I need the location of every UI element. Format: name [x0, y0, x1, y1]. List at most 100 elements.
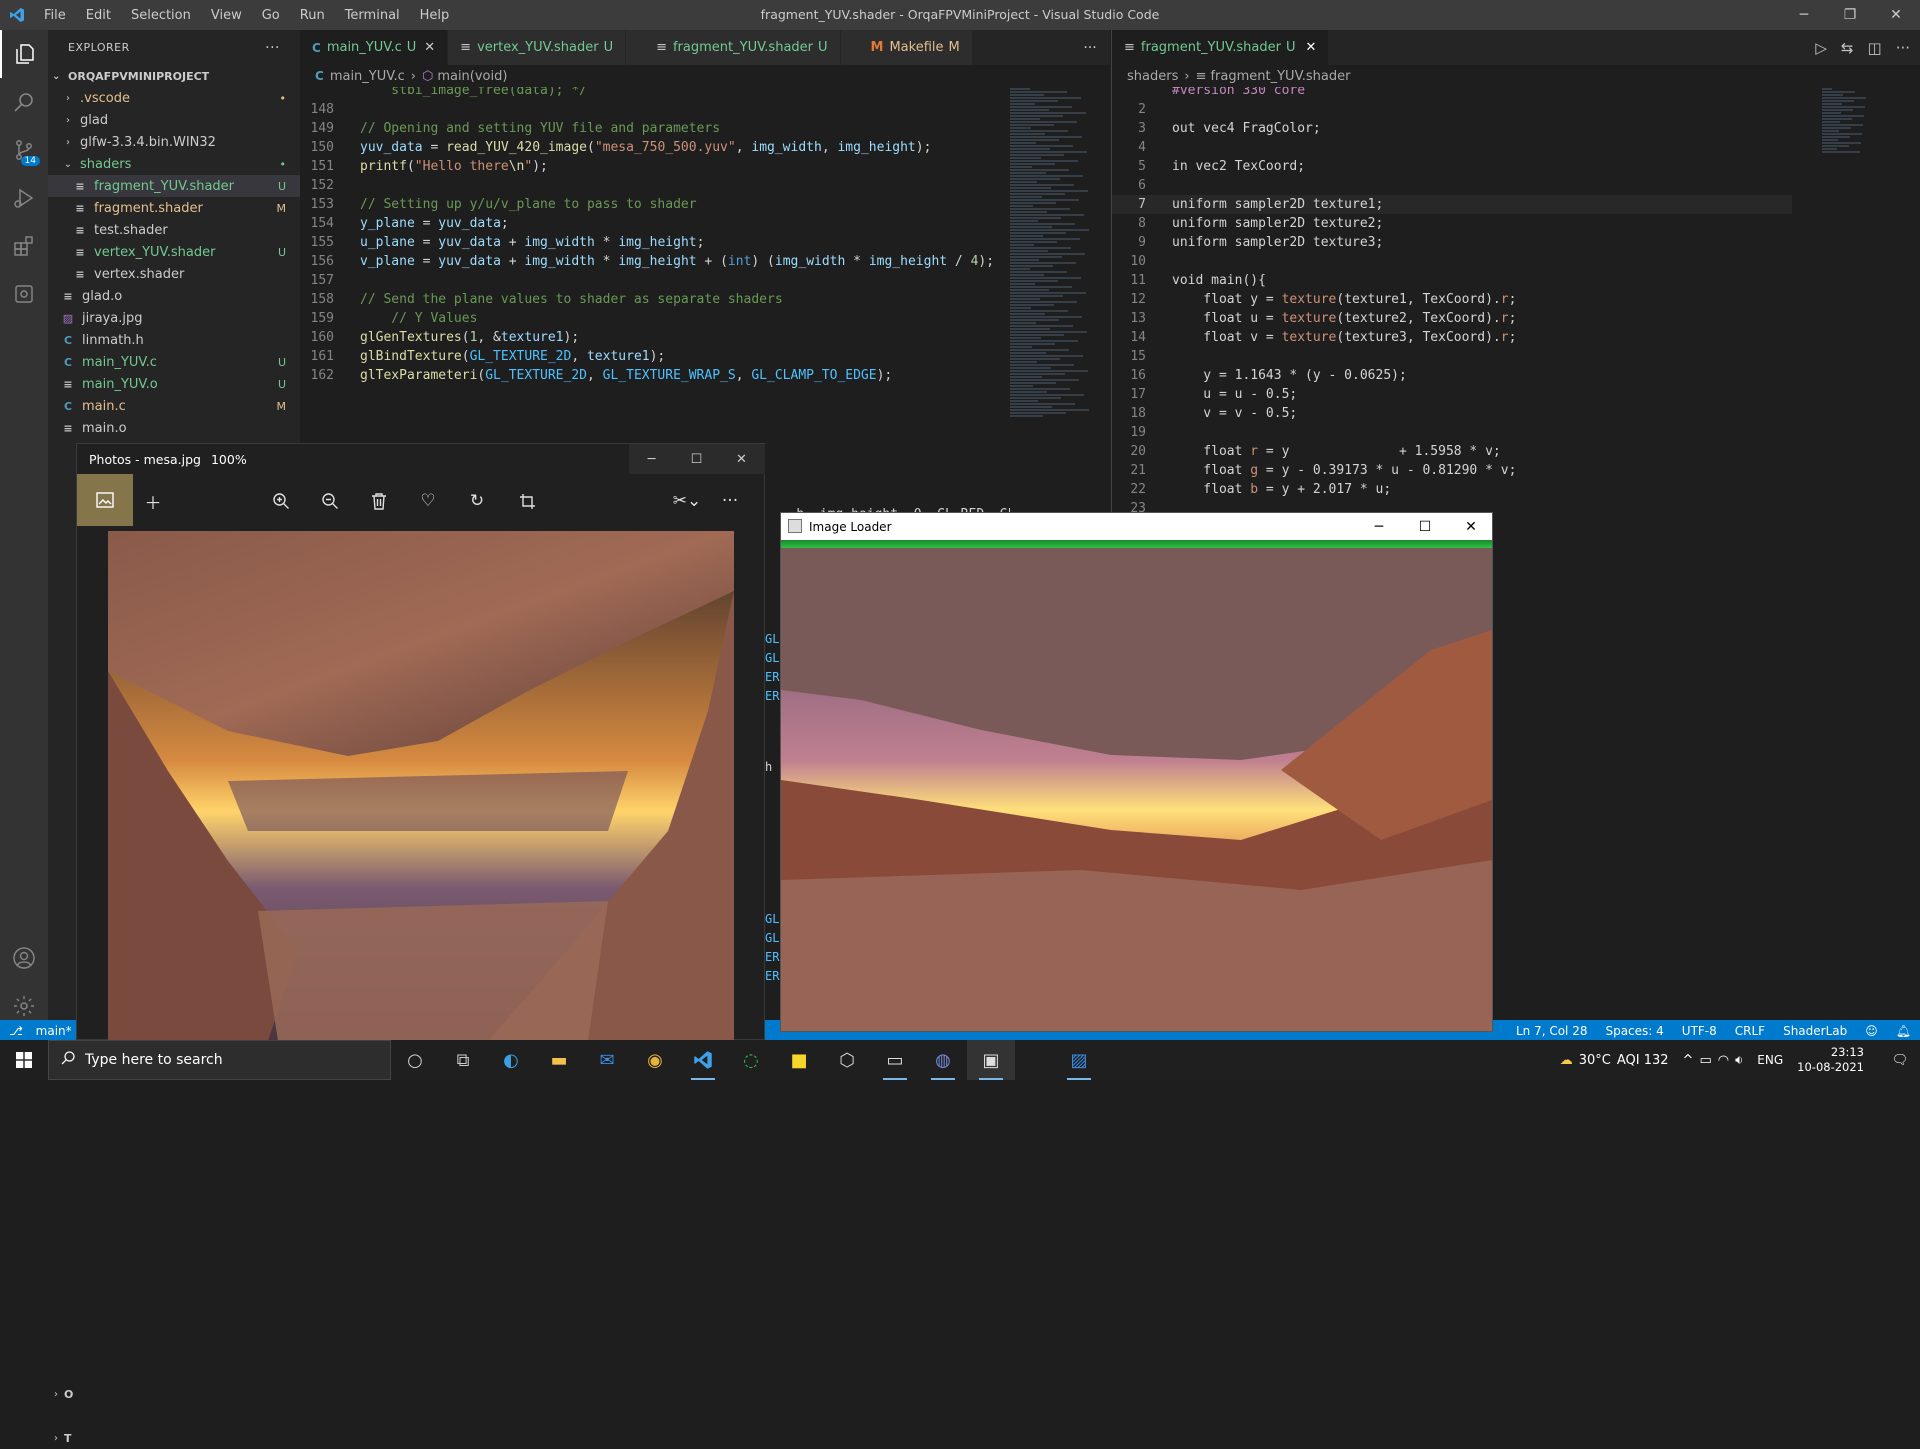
chevron-up-icon[interactable]: ^ [1683, 1053, 1694, 1068]
cursor-position[interactable]: Ln 7, Col 28 [1507, 1024, 1597, 1038]
tree-file[interactable]: ▨ jiraya.jpg [48, 307, 300, 329]
tree-file[interactable]: ≡ fragment_YUV.shader U [48, 175, 300, 197]
photos-close-button[interactable]: ✕ [719, 444, 764, 474]
menu-help[interactable]: Help [410, 8, 460, 23]
add-icon[interactable]: ＋ [140, 488, 166, 514]
notifications-bell-icon[interactable]: 🔔︎ [1887, 1024, 1920, 1038]
tree-file[interactable]: ≡ glad.o [48, 285, 300, 307]
tree-folder[interactable]: › glfw-3.3.4.bin.WIN32 [48, 131, 300, 153]
image-loader-taskbar-icon[interactable]: ▣ [967, 1040, 1015, 1080]
edge-browser-icon[interactable]: ◐ [487, 1040, 535, 1080]
see-more-icon[interactable]: ··· [717, 488, 743, 514]
file-explorer-icon[interactable]: ▬ [535, 1040, 583, 1080]
tree-folder[interactable]: ⌄ shaders • [48, 153, 300, 175]
source-control-icon[interactable]: 14 [0, 126, 48, 174]
close-icon[interactable]: ✕ [424, 40, 435, 55]
edit-create-icon[interactable]: ✂︎⌄ [669, 488, 705, 514]
feedback-icon[interactable]: ☺ [1856, 1024, 1887, 1038]
minimap-left[interactable] [1010, 87, 1100, 527]
photos-taskbar-icon[interactable]: ▨ [1055, 1040, 1103, 1080]
tree-file[interactable]: Cmain_YUV.c U [48, 351, 300, 373]
3d-viewer-icon[interactable]: ⬡ [823, 1040, 871, 1080]
tree-file[interactable]: ≡ vertex_YUV.shader U [48, 241, 300, 263]
extensions-icon[interactable] [0, 222, 48, 270]
workspace-root[interactable]: ⌄ ORQAFPVMINIPROJECT [48, 65, 300, 87]
clock[interactable]: 23:13 10-08-2021 [1797, 1045, 1864, 1075]
action-center-icon[interactable]: 🗨︎ [1880, 1053, 1920, 1068]
menu-terminal[interactable]: Terminal [335, 8, 410, 23]
menu-view[interactable]: View [201, 8, 252, 23]
zoom-out-icon[interactable] [317, 488, 343, 514]
vscode-taskbar-icon[interactable] [679, 1040, 727, 1080]
line-ending[interactable]: CRLF [1726, 1024, 1774, 1038]
tree-file[interactable]: Cmain.c M [48, 395, 300, 417]
weather-cloud-icon[interactable]: ☁ [1560, 1053, 1573, 1068]
split-editor-icon[interactable]: ◫ [1868, 39, 1882, 57]
tree-file[interactable]: ≡ main.o [48, 417, 300, 439]
remote-explorer-icon[interactable] [0, 270, 48, 318]
more-actions-icon[interactable]: ··· [1070, 30, 1110, 65]
timeline-section[interactable]: › T [48, 1427, 300, 1449]
encoding[interactable]: UTF-8 [1673, 1024, 1726, 1038]
language-mode[interactable]: ShaderLab [1774, 1024, 1856, 1038]
loader-close-button[interactable]: ✕ [1448, 513, 1494, 540]
wifi-icon[interactable]: ◠ [1718, 1053, 1729, 1068]
photos-minimize-button[interactable]: ─ [629, 444, 674, 474]
close-icon[interactable]: ✕ [1305, 40, 1316, 55]
weather-aqi[interactable]: AQI 132 [1617, 1053, 1669, 1068]
crop-icon[interactable] [514, 488, 540, 514]
spotify-like-icon[interactable]: ◌ [727, 1040, 775, 1080]
language-indicator[interactable]: ENG [1757, 1053, 1783, 1067]
more-actions-icon[interactable]: ··· [1896, 39, 1910, 57]
loader-minimize-button[interactable]: ─ [1356, 513, 1402, 540]
delete-icon[interactable] [366, 488, 392, 514]
run-debug-icon[interactable] [0, 174, 48, 222]
compare-changes-icon[interactable]: ⇆ [1841, 39, 1854, 57]
chrome-icon[interactable]: ◉ [631, 1040, 679, 1080]
menu-file[interactable]: File [34, 8, 76, 23]
breadcrumb-file[interactable]: main_YUV.c [330, 69, 405, 84]
rotate-icon[interactable]: ↻ [464, 488, 490, 514]
task-view-icon[interactable]: ⧉ [439, 1040, 487, 1080]
menu-run[interactable]: Run [290, 8, 335, 23]
photos-maximize-button[interactable]: ☐ [674, 444, 719, 474]
more-actions-icon[interactable]: ··· [265, 40, 280, 56]
tree-file[interactable]: ≡ fragment.shader M [48, 197, 300, 219]
windows-start-icon[interactable] [0, 1040, 48, 1080]
tab-fragment-yuv-shader-right[interactable]: ≡ fragment_YUV.shader U ✕ [1112, 30, 1330, 65]
favorite-heart-icon[interactable]: ♡ [415, 488, 441, 514]
tab-fragment-yuv-shader[interactable]: ≡ fragment_YUV.shader U [626, 30, 841, 65]
tree-file[interactable]: Clinmath.h [48, 329, 300, 351]
tree-file[interactable]: ≡ vertex.shader [48, 263, 300, 285]
photo-canvas[interactable] [108, 531, 734, 1041]
minimize-button[interactable]: ─ [1781, 0, 1827, 30]
tab-vertex-yuv-shader[interactable]: ≡ vertex_YUV.shader U [448, 30, 627, 65]
breadcrumb-file[interactable]: fragment_YUV.shader [1210, 69, 1350, 84]
search-icon[interactable] [0, 78, 48, 126]
restore-button[interactable]: ❐ [1827, 0, 1873, 30]
menu-selection[interactable]: Selection [121, 8, 201, 23]
menu-edit[interactable]: Edit [76, 8, 121, 23]
close-button[interactable]: ✕ [1873, 0, 1919, 30]
zoom-in-icon[interactable] [268, 488, 294, 514]
code-area-left[interactable]: stbi_image_free(data); */ 148 149// Open… [300, 87, 1000, 387]
cortana-icon[interactable]: ○ [391, 1040, 439, 1080]
code-area-right[interactable]: #version 330 core 2 3 out vec4 FragColor;… [1112, 87, 1792, 527]
sticky-notes-icon[interactable]: ■ [775, 1040, 823, 1080]
run-icon[interactable]: ▷ [1815, 39, 1827, 57]
weather-temp[interactable]: 30°C [1579, 1053, 1611, 1068]
loader-maximize-button[interactable]: ☐ [1402, 513, 1448, 540]
tab-main-yuv-c[interactable]: C main_YUV.c U ✕ [300, 30, 449, 65]
breadcrumb-symbol[interactable]: main(void) [437, 69, 507, 84]
mail-icon[interactable]: ✉ [583, 1040, 631, 1080]
breadcrumb-folder[interactable]: shaders [1127, 69, 1178, 84]
tree-file[interactable]: ≡ main_YUV.o U [48, 373, 300, 395]
explorer-icon[interactable] [0, 30, 48, 78]
battery-icon[interactable]: ▭ [1699, 1053, 1711, 1068]
tree-folder[interactable]: › .vscode • [48, 87, 300, 109]
minimap-right[interactable] [1822, 87, 1882, 187]
volume-icon[interactable]: 🔉︎ [1735, 1053, 1743, 1068]
outline-section[interactable]: › O [48, 1383, 300, 1405]
terminal-icon[interactable]: ▭ [871, 1040, 919, 1080]
tree-folder[interactable]: › glad [48, 109, 300, 131]
